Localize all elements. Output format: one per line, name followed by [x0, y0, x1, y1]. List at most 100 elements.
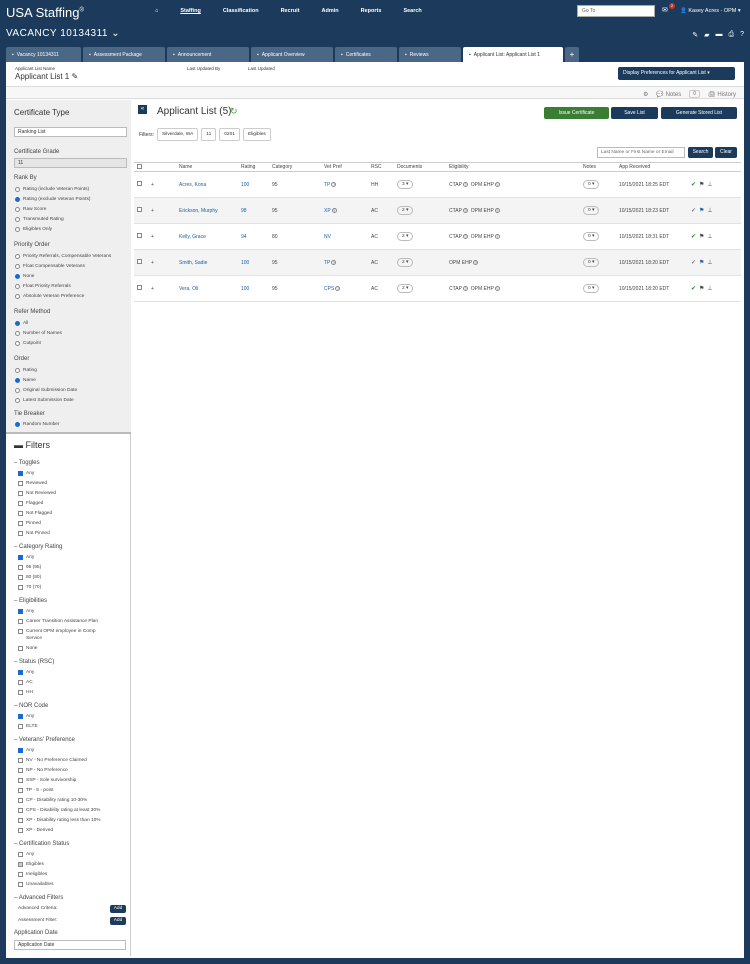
documents-dropdown[interactable]: 2 ▾ — [397, 258, 414, 267]
radio-transmuted[interactable]: Transmuted Rating — [15, 217, 64, 222]
notes-link[interactable]: 💬 Notes — [656, 91, 681, 98]
goto-input[interactable]: Go To — [577, 5, 655, 17]
chk-vet-cp[interactable]: CP - Disability rating 10-30% — [18, 798, 87, 803]
tab-assessment-package[interactable]: ▪ Assessment Package — [83, 47, 165, 62]
radio-refer-number[interactable]: Number of Names — [15, 331, 62, 336]
search-input[interactable]: Last Name or First Name or Email — [597, 147, 685, 158]
applicant-name[interactable]: Vera, Oli — [176, 275, 238, 302]
expand-icon[interactable]: + — [148, 275, 176, 302]
applicant-name[interactable]: Kelly, Grace — [176, 223, 238, 250]
row-checkbox[interactable] — [137, 207, 142, 212]
help-icon[interactable]: ? — [494, 207, 500, 213]
chk-vet-cps[interactable]: CPS - Disability rating at least 30% — [18, 808, 100, 813]
help-icon[interactable]: ? — [462, 181, 468, 187]
row-checkbox[interactable] — [137, 181, 142, 186]
chk-status-hh[interactable]: HH — [18, 690, 33, 695]
documents-dropdown[interactable]: 3 ▾ — [397, 180, 414, 189]
reviewed-icon[interactable]: ✔ — [691, 233, 696, 240]
radio-raw-score[interactable]: Raw Score — [15, 207, 46, 212]
radio-absolute-vet[interactable]: Absolute Veteran Preference — [15, 294, 84, 299]
col-notes[interactable]: Notes — [580, 162, 616, 172]
save-list-button[interactable]: Save List — [611, 107, 658, 119]
rating[interactable]: 100 — [238, 249, 269, 276]
radio-order-rating[interactable]: Rating — [15, 368, 37, 373]
chk-cs-eligibles[interactable]: Eligibles — [18, 862, 44, 867]
filter-chip-series[interactable]: 0201 — [219, 128, 240, 141]
clear-button[interactable]: Clear — [715, 147, 737, 158]
chk-pinned[interactable]: Pinned — [18, 521, 41, 526]
help-icon[interactable]: ? — [462, 285, 468, 291]
applicant-name[interactable]: Acres, Kona — [176, 171, 238, 198]
help-icon[interactable]: ? — [335, 285, 341, 291]
rating[interactable]: 100 — [238, 275, 269, 302]
flag-icon[interactable]: ⚑ — [699, 181, 704, 188]
chk-not-pinned[interactable]: Not Pinned — [18, 531, 50, 536]
comment-icon[interactable]: ▬ — [715, 31, 722, 39]
chk-elig-ctap[interactable]: Career Transition Assistance Plan — [18, 619, 98, 624]
help-icon[interactable]: ? — [331, 207, 337, 213]
chk-flagged[interactable]: Flagged — [18, 501, 43, 506]
flag-icon[interactable]: ⚑ — [699, 207, 704, 214]
mail-icon[interactable]: ✉ — [662, 6, 668, 14]
cert-type-select[interactable]: Ranking List — [14, 127, 127, 137]
table-row[interactable]: + Erickson, Murphy 98 95 XP? AC 2 ▾ CTAP… — [134, 197, 741, 224]
flag-icon[interactable]: ⚑ — [699, 285, 704, 292]
col-app-received[interactable]: App Received — [616, 162, 688, 172]
reviewed-icon[interactable]: ✔ — [691, 181, 696, 188]
radio-eligibles-only[interactable]: Eligibles Only — [15, 227, 52, 232]
chk-cat-95[interactable]: 95 (95) — [18, 565, 41, 570]
select-all-checkbox[interactable] — [137, 163, 142, 169]
chk-elig-none[interactable]: None — [18, 646, 37, 651]
notes-dropdown[interactable]: 0 ▾ — [583, 284, 600, 293]
radio-order-latest[interactable]: Latest Submission Date — [15, 398, 74, 403]
appdate-select[interactable]: Application Date — [14, 940, 126, 950]
reviewed-icon[interactable]: ✔ — [691, 285, 696, 292]
chk-vet-any[interactable]: Any — [18, 748, 34, 753]
radio-order-name[interactable]: Name — [15, 378, 36, 383]
chk-vet-np[interactable]: NP - No Preference — [18, 768, 68, 773]
nav-search[interactable]: Search — [403, 8, 421, 14]
pin-icon[interactable]: ⊥ — [707, 207, 712, 214]
expand-icon[interactable]: + — [148, 171, 176, 198]
chk-status-ac[interactable]: AC — [18, 680, 33, 685]
row-checkbox[interactable] — [137, 259, 142, 264]
reviewed-icon[interactable]: ✓ — [691, 259, 696, 266]
nav-recruit[interactable]: Recruit — [281, 8, 300, 14]
chk-status-any[interactable]: Any — [18, 670, 34, 675]
chk-elig-any[interactable]: Any — [18, 609, 34, 614]
documents-dropdown[interactable]: 2 ▾ — [397, 284, 414, 293]
chk-cs-any[interactable]: Any — [18, 852, 34, 857]
generate-stored-list-button[interactable]: Generate Stored List — [661, 107, 737, 119]
chk-nor-any[interactable]: Any — [18, 714, 34, 719]
rating[interactable]: 98 — [238, 197, 269, 224]
nav-admin[interactable]: Admin — [322, 8, 339, 14]
help-icon[interactable]: ? — [494, 233, 500, 239]
vet-pref[interactable]: NV — [321, 223, 368, 250]
expand-icon[interactable]: + — [148, 223, 176, 250]
edit-icon[interactable]: ✎ — [72, 72, 79, 81]
radio-priority-none[interactable]: None — [15, 274, 34, 279]
help-icon[interactable]: ? — [494, 181, 500, 187]
help-icon[interactable]: ? — [740, 31, 744, 39]
col-rsc[interactable]: RSC — [368, 162, 394, 172]
radio-rank-include[interactable]: Rating (include Veteran Points) — [15, 187, 89, 192]
table-row[interactable]: + Smith, Sadie 100 95 TP? AC 2 ▾ OPM EHP… — [134, 249, 741, 276]
reviewed-icon[interactable]: ✓ — [691, 207, 696, 214]
nav-classification[interactable]: Classification — [223, 8, 259, 14]
chk-vet-nv[interactable]: NV - No Preference Claimed — [18, 758, 87, 763]
vacancy-title[interactable]: VACANCY 10134311 ⌄ — [6, 28, 120, 39]
vet-pref[interactable]: TP? — [321, 249, 368, 276]
chk-toggle-any[interactable]: Any — [18, 471, 34, 476]
chk-vet-tp[interactable]: TP - 5 - point — [18, 788, 54, 793]
radio-refer-cutpoint[interactable]: Cutpoint — [15, 341, 41, 346]
refresh-icon[interactable]: ↻ — [230, 106, 238, 117]
home-icon[interactable]: ⌂ — [155, 8, 158, 14]
chk-cat-80[interactable]: 80 (80) — [18, 575, 41, 580]
filter-chip-eligibles[interactable]: Eligibles — [242, 128, 271, 141]
table-row[interactable]: + Acres, Kona 100 95 TP? HH 3 ▾ CTAP? OP… — [134, 171, 741, 198]
flag-icon[interactable]: ⚑ — [699, 259, 704, 266]
table-row[interactable]: + Vera, Oli 100 95 CPS? AC 2 ▾ CTAP? OPM… — [134, 275, 741, 302]
col-category[interactable]: Category — [269, 162, 321, 172]
col-rating[interactable]: Rating — [238, 162, 269, 172]
chk-reviewed[interactable]: Reviewed — [18, 481, 47, 486]
